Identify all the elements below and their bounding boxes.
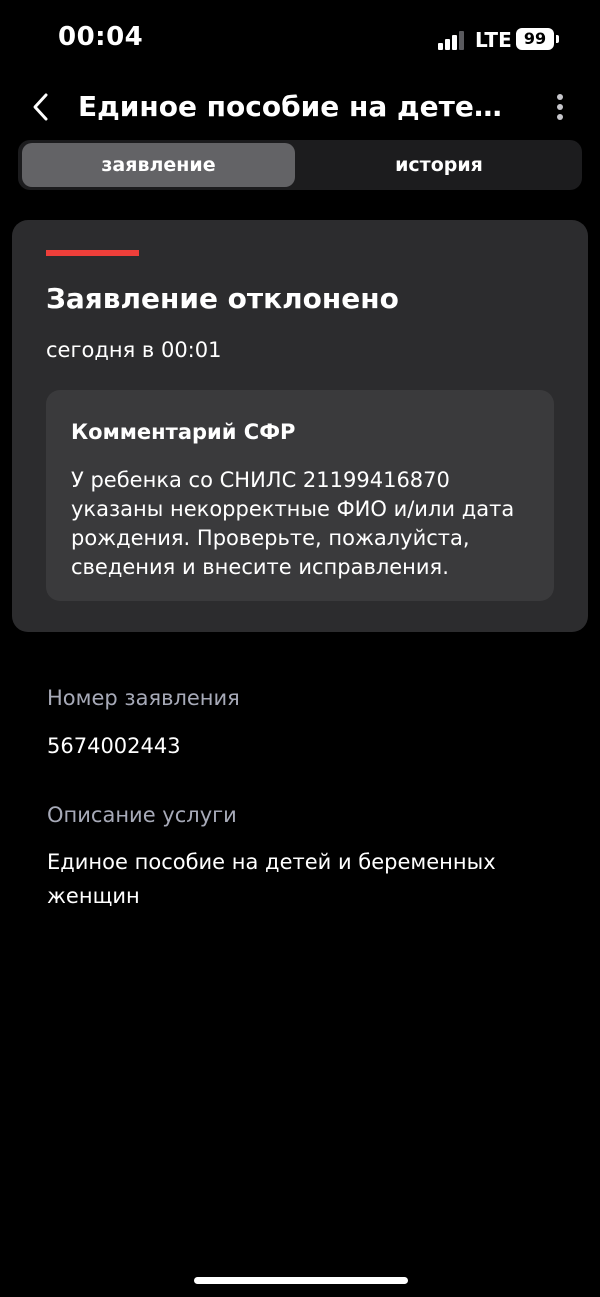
comment-title: Комментарий СФР: [71, 420, 296, 444]
more-button[interactable]: [545, 88, 575, 126]
tab-application[interactable]: заявление: [22, 143, 295, 187]
home-indicator[interactable]: [194, 1277, 408, 1284]
page-title: Единое пособие на детей...: [78, 90, 518, 123]
battery-level: 99: [516, 28, 554, 50]
application-number: 5674002443: [47, 734, 181, 758]
battery-icon: 99: [516, 28, 560, 52]
header: Единое пособие на детей...: [0, 82, 600, 132]
service-description: Единое пособие на детей и беременных жен…: [47, 850, 496, 908]
back-button[interactable]: [24, 88, 58, 126]
tab-history[interactable]: история: [300, 143, 578, 187]
comment-box: Комментарий СФР У ребенка со СНИЛС 21199…: [46, 390, 554, 601]
more-vertical-icon: [557, 94, 563, 120]
status-time: 00:04: [58, 22, 144, 52]
signal-icon: [438, 31, 464, 50]
service-description-label: Описание услуги: [47, 803, 237, 827]
status-title: Заявление отклонено: [46, 282, 399, 315]
chevron-left-icon: [33, 93, 48, 121]
status-accent-line: [46, 250, 139, 256]
network-label: LTE: [475, 28, 512, 52]
status-date: сегодня в 00:01: [46, 338, 222, 362]
application-number-label: Номер заявления: [47, 686, 240, 710]
status-card: Заявление отклонено сегодня в 00:01 Комм…: [12, 220, 588, 632]
status-bar: 00:04 LTE 99: [0, 0, 600, 82]
tabs: заявление история: [18, 140, 582, 190]
comment-text: У ребенка со СНИЛС 21199416870 указаны н…: [71, 468, 515, 579]
battery-tip: [556, 35, 559, 43]
